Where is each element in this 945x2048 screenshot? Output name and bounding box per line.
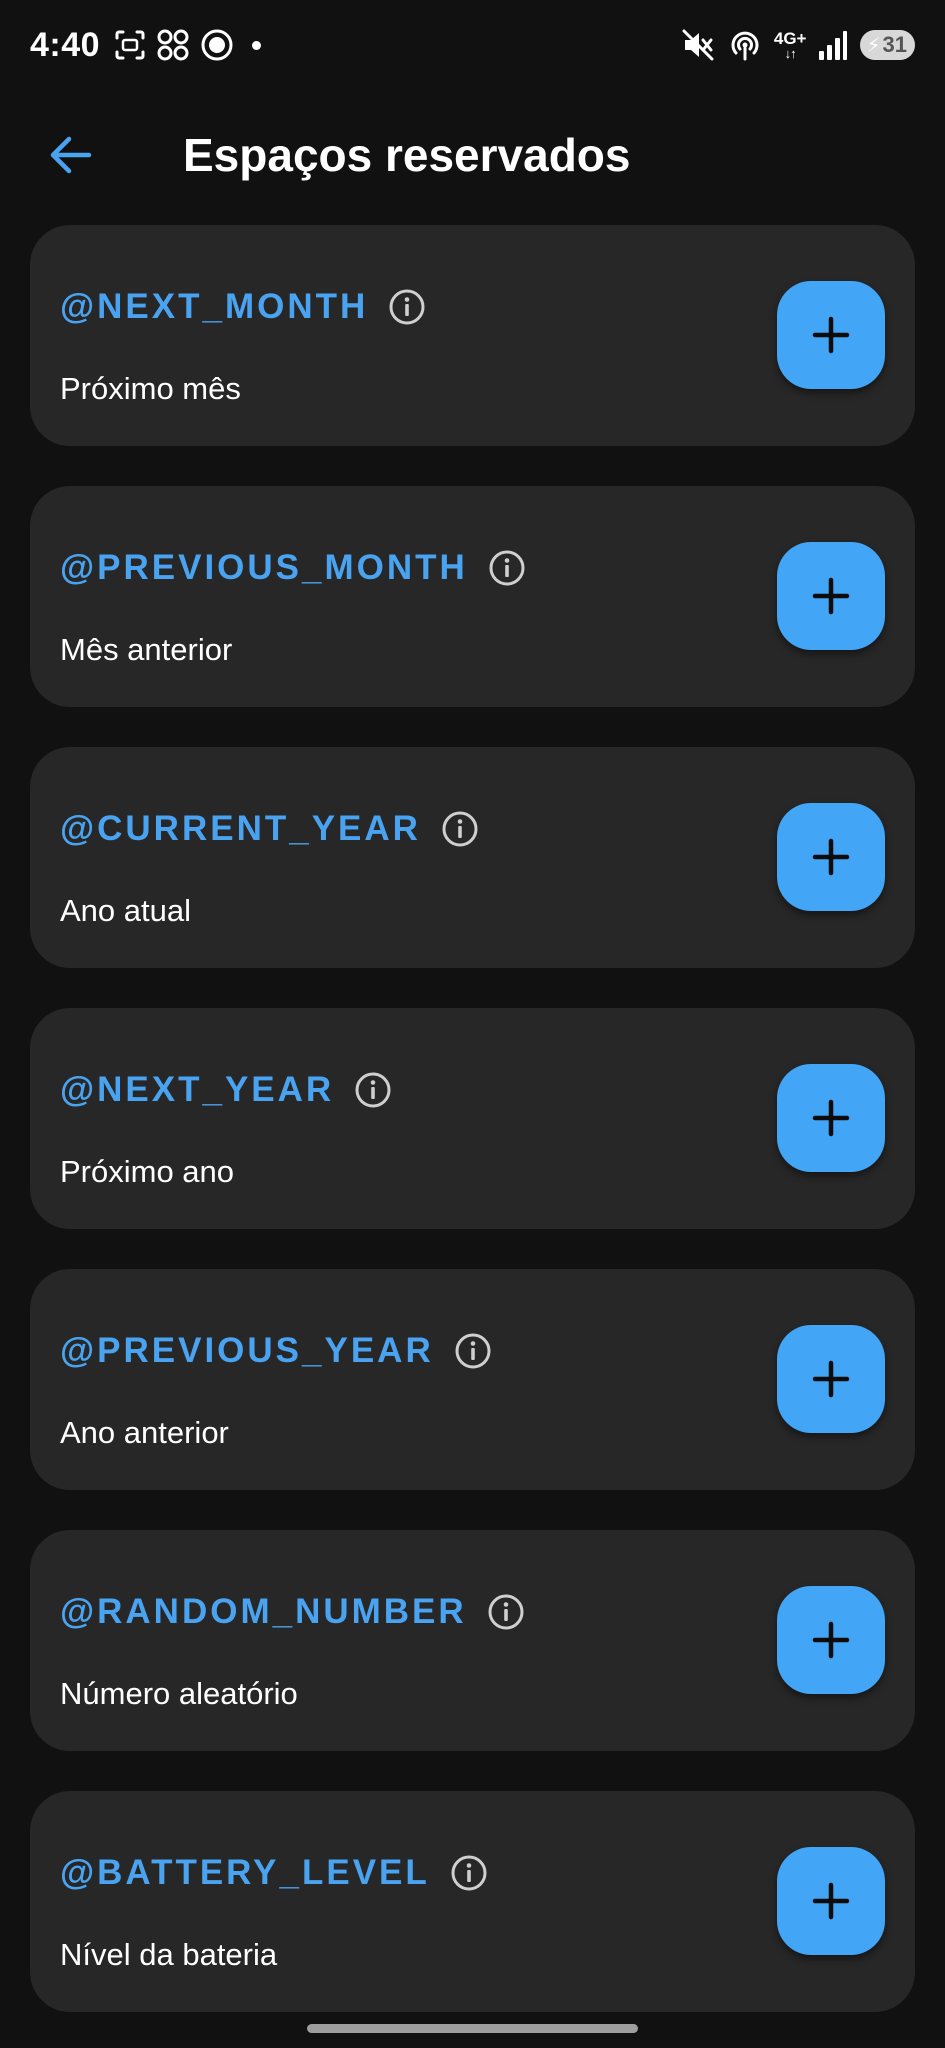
placeholder-card: @NEXT_YEAR Próximo ano xyxy=(30,1008,915,1229)
plus-icon xyxy=(812,1099,850,1137)
info-icon[interactable] xyxy=(388,288,426,326)
status-bar: 4:40 4G+ ↓↑ ⚡ 31 xyxy=(0,0,945,90)
placeholder-key: @CURRENT_YEAR xyxy=(60,809,421,848)
placeholder-key-row: @NEXT_MONTH xyxy=(60,287,426,327)
placeholder-key-row: @RANDOM_NUMBER xyxy=(60,1592,525,1632)
placeholder-list: @NEXT_MONTH Próximo mês @PREVIOUS_MONTH xyxy=(30,225,915,2012)
add-placeholder-button[interactable] xyxy=(777,1847,885,1955)
add-placeholder-button[interactable] xyxy=(777,803,885,911)
placeholder-key-row: @NEXT_YEAR xyxy=(60,1070,392,1110)
placeholder-card: @PREVIOUS_MONTH Mês anterior xyxy=(30,486,915,707)
placeholder-key: @RANDOM_NUMBER xyxy=(60,1592,467,1631)
plus-icon xyxy=(812,316,850,354)
battery-indicator: ⚡ 31 xyxy=(860,30,915,60)
app-grid-icon xyxy=(157,29,189,61)
status-left: 4:40 xyxy=(30,25,262,65)
plus-icon xyxy=(812,838,850,876)
status-time: 4:40 xyxy=(30,25,101,64)
info-icon[interactable] xyxy=(454,1332,492,1370)
info-icon[interactable] xyxy=(488,549,526,587)
plus-icon xyxy=(812,577,850,615)
placeholder-key-row: @PREVIOUS_MONTH xyxy=(60,548,526,588)
home-indicator[interactable] xyxy=(307,2024,638,2033)
plus-icon xyxy=(812,1360,850,1398)
placeholder-key: @NEXT_MONTH xyxy=(60,287,369,326)
status-right: 4G+ ↓↑ ⚡ 31 xyxy=(682,28,915,62)
placeholders-screen: 4:40 4G+ ↓↑ ⚡ 31 Espaços reservados @NEX… xyxy=(0,0,945,2048)
hotspot-icon xyxy=(731,31,759,61)
mute-icon xyxy=(682,29,714,61)
placeholder-card: @PREVIOUS_YEAR Ano anterior xyxy=(30,1269,915,1490)
add-placeholder-button[interactable] xyxy=(777,1586,885,1694)
placeholder-description: Número aleatório xyxy=(60,1676,298,1711)
battery-level: 31 xyxy=(882,32,907,57)
more-notifications-dot xyxy=(252,40,262,50)
screenshot-icon xyxy=(115,30,145,60)
placeholder-description: Ano anterior xyxy=(60,1415,229,1450)
placeholder-description: Nível da bateria xyxy=(60,1937,278,1972)
network-type: 4G+ ↓↑ xyxy=(774,30,807,60)
plus-icon xyxy=(812,1621,850,1659)
placeholder-key: @PREVIOUS_YEAR xyxy=(60,1331,434,1370)
placeholder-key-row: @CURRENT_YEAR xyxy=(60,809,479,849)
placeholder-key-row: @BATTERY_LEVEL xyxy=(60,1853,488,1893)
placeholder-description: Próximo ano xyxy=(60,1154,235,1189)
placeholder-key: @BATTERY_LEVEL xyxy=(60,1853,430,1892)
info-icon[interactable] xyxy=(354,1071,392,1109)
placeholder-key-row: @PREVIOUS_YEAR xyxy=(60,1331,492,1371)
add-placeholder-button[interactable] xyxy=(777,1325,885,1433)
signal-icon xyxy=(819,31,848,60)
add-placeholder-button[interactable] xyxy=(777,281,885,389)
plus-icon xyxy=(812,1882,850,1920)
charging-icon: ⚡ xyxy=(866,34,881,57)
placeholder-key: @PREVIOUS_MONTH xyxy=(60,548,468,587)
placeholder-card: @CURRENT_YEAR Ano atual xyxy=(30,747,915,968)
notification-icons xyxy=(114,28,262,62)
placeholder-card: @BATTERY_LEVEL Nível da bateria xyxy=(30,1791,915,2012)
add-placeholder-button[interactable] xyxy=(777,542,885,650)
placeholder-card: @RANDOM_NUMBER Número aleatório xyxy=(30,1530,915,1751)
back-button[interactable] xyxy=(25,110,115,200)
add-placeholder-button[interactable] xyxy=(777,1064,885,1172)
arrow-back-icon xyxy=(50,136,92,174)
app-bar: Espaços reservados xyxy=(0,110,945,200)
record-icon xyxy=(201,29,233,61)
placeholder-key: @NEXT_YEAR xyxy=(60,1070,335,1109)
network-type-label: 4G+ xyxy=(773,29,807,48)
placeholder-description: Ano atual xyxy=(60,893,191,928)
info-icon[interactable] xyxy=(441,810,479,848)
network-activity-arrows: ↓↑ xyxy=(784,46,797,61)
placeholder-description: Mês anterior xyxy=(60,632,233,667)
placeholder-description: Próximo mês xyxy=(60,371,241,406)
placeholder-card: @NEXT_MONTH Próximo mês xyxy=(30,225,915,446)
info-icon[interactable] xyxy=(450,1854,488,1892)
page-title: Espaços reservados xyxy=(183,129,631,181)
info-icon[interactable] xyxy=(487,1593,525,1631)
